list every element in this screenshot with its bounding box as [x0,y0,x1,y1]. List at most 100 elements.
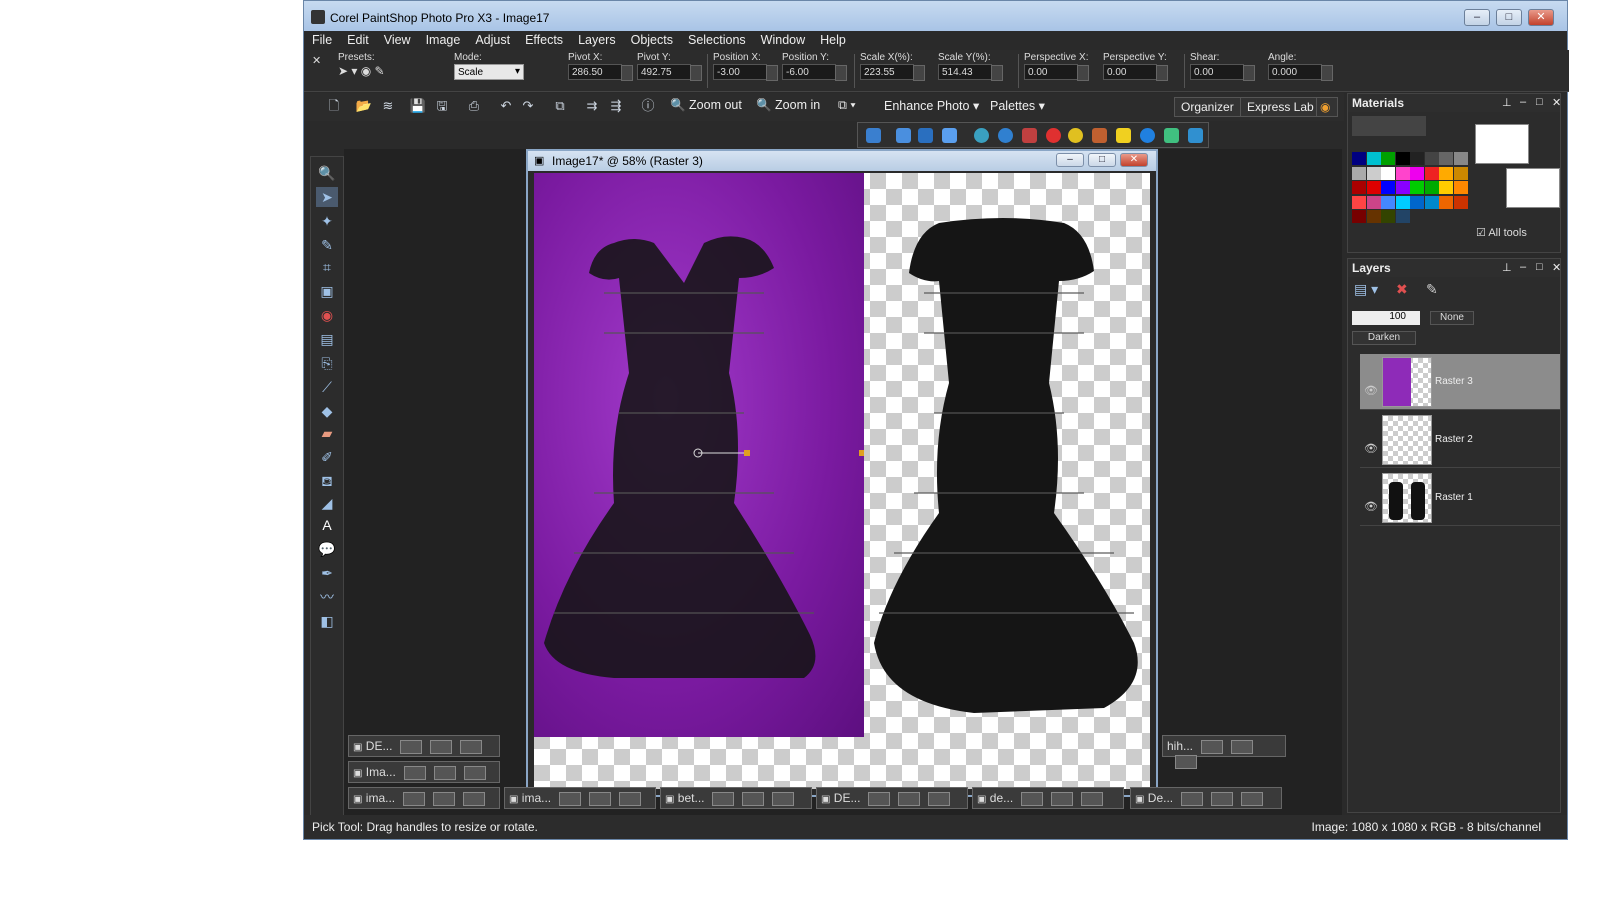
browse-icon[interactable]: ≋ [378,97,398,115]
effect-icon-4[interactable] [942,128,957,143]
copy-dropdown[interactable]: ⧉ ▾ [838,98,856,113]
paint-brush-icon[interactable]: ✐ [316,447,338,467]
minimize-button[interactable]: – [1464,9,1490,26]
text-tool-icon[interactable]: A [316,515,338,535]
position-y-input[interactable]: -6.00 [782,64,847,81]
menu-layers[interactable]: Layers [570,31,623,47]
maximize-button[interactable]: □ [1496,9,1522,26]
menu-effects[interactable]: Effects [517,31,570,47]
perspective-y-input[interactable]: 0.00 [1103,64,1168,81]
zoom-out-button[interactable]: 🔍 Zoom out [670,98,742,113]
smart-carver-icon[interactable]: ◧ [316,611,338,631]
learning-center-icon[interactable]: ◉ [1316,97,1338,117]
scratch-remover-icon[interactable]: ⟋ [316,377,338,397]
color-swatch[interactable] [1410,166,1424,180]
pen-tool-icon[interactable]: ✒ [316,563,338,583]
effect-icon-5[interactable] [974,128,989,143]
panel-close-icon[interactable]: ✕ [1552,96,1561,109]
color-swatch[interactable] [1366,210,1381,223]
task-button-8[interactable]: ▣ De... [1130,787,1282,809]
color-swatch[interactable] [1381,152,1395,165]
enhance-photo-button[interactable]: Enhance Photo ▾ [884,98,979,113]
menu-view[interactable]: View [376,31,418,47]
menu-edit[interactable]: Edit [339,31,376,47]
effect-icon-10[interactable] [1092,128,1107,143]
color-swatch[interactable] [1424,181,1439,194]
doc-minimize-button[interactable]: – [1056,153,1084,167]
layers-pin-icon[interactable]: ⊥ [1502,261,1512,274]
close-button[interactable]: ✕ [1528,9,1554,26]
panel-minimize-icon[interactable]: – [1520,96,1526,108]
color-swatch[interactable] [1381,181,1395,194]
panel-maximize-icon[interactable]: □ [1536,96,1543,108]
color-swatch[interactable] [1424,166,1439,180]
menu-image[interactable]: Image [418,31,468,47]
effect-icon-2[interactable] [896,128,911,143]
zoom-in-button[interactable]: 🔍 Zoom in [756,98,820,113]
color-swatch[interactable] [1410,152,1424,165]
open-icon[interactable]: 📂 [354,97,374,115]
blend-mode-select[interactable]: Darken [1352,331,1416,345]
makeover-icon[interactable]: ▤ [316,329,338,349]
color-swatch[interactable] [1439,152,1453,165]
flood-fill-icon[interactable]: ⛾ [316,471,338,491]
color-swatch[interactable] [1453,195,1468,209]
visibility-eye-icon[interactable]: 👁 [1364,442,1378,455]
task-button-6[interactable]: ▣ DE... [816,787,968,809]
menu-help[interactable]: Help [812,31,853,47]
effect-icon-12[interactable] [1140,128,1155,143]
color-swatch[interactable] [1366,166,1381,180]
new-icon[interactable]: 🗋 [324,97,344,115]
task-button-4[interactable]: ▣ ima... [504,787,656,809]
scale-x-input[interactable]: 223.55 [860,64,925,81]
color-swatch[interactable] [1352,210,1366,223]
color-swatch[interactable] [1395,152,1410,165]
color-swatch[interactable] [1395,181,1410,194]
effect-icon-11[interactable] [1116,128,1131,143]
warp-brush-icon[interactable]: 〰 [316,587,338,607]
preset-shape-icon[interactable]: 💬 [316,539,338,559]
organizer-button[interactable]: Organizer [1174,97,1241,117]
color-swatch[interactable] [1381,166,1395,180]
task-button-1[interactable]: ▣ DE... [348,735,500,757]
red-eye-icon[interactable]: ◉ [316,305,338,325]
pick-tool-icon[interactable]: ➤ [316,187,338,207]
color-swatch[interactable] [1424,152,1439,165]
layer-properties-icon[interactable]: ✎ [1426,281,1438,298]
color-swatch[interactable] [1366,181,1381,194]
menu-adjust[interactable]: Adjust [467,31,517,47]
crop-tool-icon[interactable]: ⌗ [316,257,338,277]
color-swatch[interactable] [1395,166,1410,180]
color-swatch[interactable] [1453,152,1468,165]
scale-y-input[interactable]: 514.43 [938,64,1003,81]
undo-icon[interactable]: ↶ [496,97,516,115]
color-swatch[interactable] [1366,152,1381,165]
layers-close-icon[interactable]: ✕ [1552,261,1561,274]
effect-icon-3[interactable] [918,128,933,143]
opacity-input[interactable]: 100 [1352,311,1420,325]
task-button-7[interactable]: ▣ de... [972,787,1124,809]
shear-input[interactable]: 0.00 [1190,64,1255,81]
menu-file[interactable]: File [304,31,339,47]
pivot-y-input[interactable]: 492.75 [637,64,702,81]
palettes-button[interactable]: Palettes ▾ [990,98,1045,113]
doc-close-button[interactable]: ✕ [1120,153,1148,167]
mask-select[interactable]: None [1430,311,1474,325]
info-icon[interactable]: ⓘ [638,97,658,115]
zoom-tool-icon[interactable]: 🔍 [316,163,338,183]
color-swatch[interactable] [1439,166,1453,180]
color-swatch[interactable] [1439,181,1453,194]
background-color[interactable] [1506,168,1560,208]
effect-icon-13[interactable] [1164,128,1179,143]
close-palette-icon[interactable]: ✕ [312,54,321,67]
effect-icon-7[interactable] [1022,128,1037,143]
color-swatch[interactable] [1439,195,1453,209]
visibility-eye-icon[interactable]: 👁 [1364,500,1378,513]
layer-row-raster-3[interactable]: 👁 Raster 3 [1360,354,1560,410]
effect-icon-9[interactable] [1068,128,1083,143]
color-swatches[interactable] [1352,152,1468,223]
angle-input[interactable]: 0.000 [1268,64,1333,81]
redo-icon[interactable]: ↷ [518,97,538,115]
color-swatch[interactable] [1453,166,1468,180]
doc-maximize-button[interactable]: □ [1088,153,1116,167]
